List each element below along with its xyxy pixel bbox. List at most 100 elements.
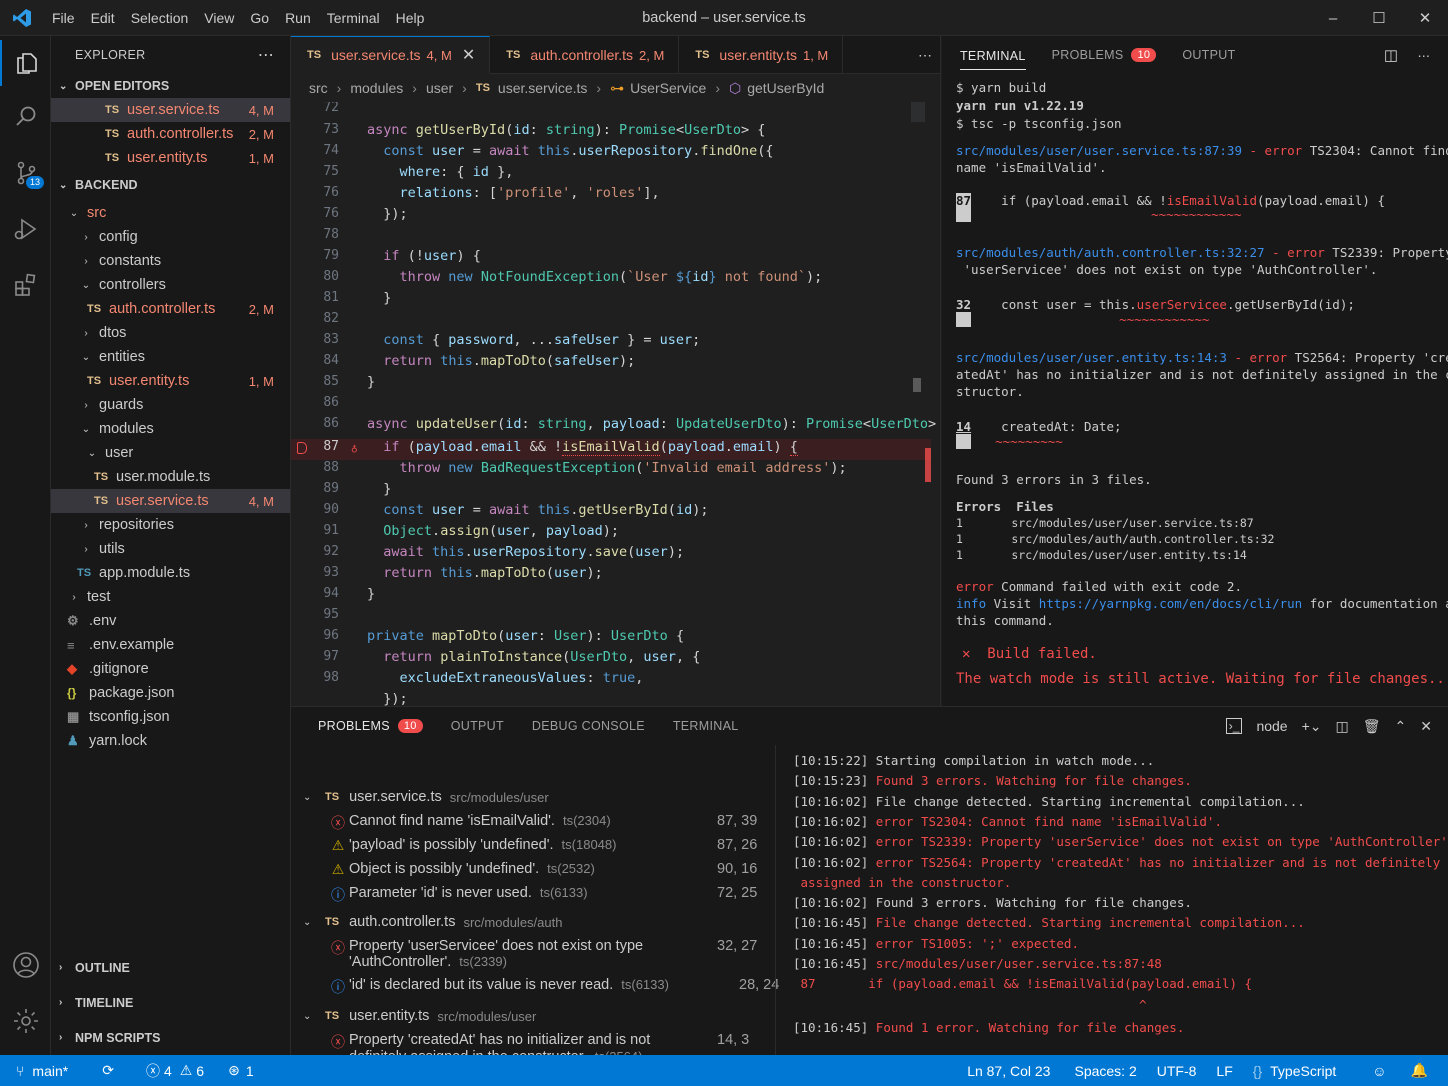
tree-folder-controllers[interactable]: ⌄ controllers xyxy=(51,273,290,297)
minimize-button[interactable]: – xyxy=(1310,0,1356,36)
line-ending[interactable]: LF xyxy=(1206,1063,1242,1079)
panel-tab-output[interactable]: OUTPUT xyxy=(451,719,504,733)
encoding[interactable]: UTF-8 xyxy=(1147,1063,1207,1079)
language-mode[interactable]: {} TypeScript xyxy=(1243,1063,1347,1079)
terminal-output[interactable]: $ yarn build yarn run v1.22.19 $ tsc -p … xyxy=(942,74,1448,706)
npm-scripts-section[interactable]: › NPM SCRIPTS xyxy=(51,1020,291,1055)
open-editor-item[interactable]: TS auth.controller.ts 2, M xyxy=(51,122,290,146)
tree-folder-utils[interactable]: › utils xyxy=(51,537,290,561)
tree-file-tsconfig[interactable]: ▦ tsconfig.json xyxy=(51,705,290,729)
tree-folder-repositories[interactable]: › repositories xyxy=(51,513,290,537)
menu-terminal[interactable]: Terminal xyxy=(319,0,388,36)
feedback-icon[interactable]: ☺ xyxy=(1346,1063,1396,1079)
tab-terminal[interactable]: TERMINAL xyxy=(960,41,1026,70)
tab-problems[interactable]: PROBLEMS 10 xyxy=(1052,48,1157,62)
problem-item[interactable]: ⚠ Object is possibly 'undefined'. ts(2532)… xyxy=(327,861,758,878)
bell-icon[interactable]: 🔔 xyxy=(1397,1062,1448,1079)
tree-file-yarn-lock[interactable]: ♟ yarn.lock xyxy=(51,729,290,753)
trash-icon[interactable]: 🗑 xyxy=(1363,718,1381,735)
search-icon[interactable] xyxy=(0,94,51,140)
ports-indicator[interactable]: ⊛ 1 xyxy=(214,1062,264,1079)
problem-group[interactable]: ⌄ TS user.service.ts src/modules/user xyxy=(303,789,549,805)
breadcrumb-method[interactable]: getUserById xyxy=(747,80,824,96)
problem-item[interactable]: ⓘ'id' is declared but its value is never… xyxy=(327,977,779,997)
tree-folder-test[interactable]: › test xyxy=(51,585,290,609)
tree-file-user-entity[interactable]: TS user.entity.ts 1, M xyxy=(51,369,290,393)
tree-folder-config[interactable]: › config xyxy=(51,225,290,249)
menu-view[interactable]: View xyxy=(196,0,242,36)
tree-folder-dtos[interactable]: › dtos xyxy=(51,321,290,345)
menu-go[interactable]: Go xyxy=(242,0,277,36)
breadcrumb-src[interactable]: src xyxy=(309,80,328,96)
chevron-up-icon[interactable]: ⌃ xyxy=(1395,718,1407,735)
tree-file-env[interactable]: ⚙ .env xyxy=(51,609,290,633)
tabs-more-icon[interactable]: ⋯ xyxy=(918,36,932,74)
open-editor-item[interactable]: TS user.entity.ts 1, M xyxy=(51,146,290,170)
panel-tab-terminal[interactable]: TERMINAL xyxy=(673,719,739,733)
tree-file-gitignore[interactable]: ◆ .gitignore xyxy=(51,657,290,681)
tree-folder-entities[interactable]: ⌄ entities xyxy=(51,345,290,369)
tree-folder-user[interactable]: ⌄ user xyxy=(51,441,290,465)
breakpoint-icon[interactable] xyxy=(297,442,307,454)
yarn-docs-link[interactable]: https://yarnpkg.com/en/docs/cli/run xyxy=(1039,596,1302,611)
source-control-icon[interactable]: 13 xyxy=(0,150,51,196)
tab-output[interactable]: OUTPUT xyxy=(1182,48,1235,62)
run-debug-icon[interactable] xyxy=(0,206,51,252)
tree-folder-constants[interactable]: › constants xyxy=(51,249,290,273)
sync-icon[interactable]: ⟳ xyxy=(78,1062,124,1079)
tree-folder-src[interactable]: ⌄ src xyxy=(51,201,290,225)
cursor-position[interactable]: Ln 87, Col 23 xyxy=(957,1063,1060,1079)
panel-tab-problems[interactable]: PROBLEMS 10 xyxy=(318,719,423,733)
tree-file-package-json[interactable]: {} package.json xyxy=(51,681,290,705)
menu-file[interactable]: File xyxy=(44,0,83,36)
extensions-icon[interactable] xyxy=(0,262,51,308)
split-terminal-icon[interactable]: ◫ xyxy=(1336,718,1349,735)
problem-item[interactable]: ⓘ Parameter 'id' is never used. ts(6133) 72… xyxy=(327,885,757,905)
more-actions-icon[interactable]: ⋯ xyxy=(1418,48,1431,63)
close-tab-icon[interactable]: ✕ xyxy=(462,45,475,65)
timeline-section[interactable]: › TIMELINE xyxy=(51,985,291,1020)
problem-item[interactable]: ⚠'payload' is possibly 'undefined'. ts(18… xyxy=(327,837,758,854)
close-window-button[interactable]: ✕ xyxy=(1402,0,1448,36)
indentation[interactable]: Spaces: 2 xyxy=(1060,1063,1146,1079)
account-icon[interactable] xyxy=(0,942,51,988)
tree-file-user-service[interactable]: TS user.service.ts 4, M xyxy=(51,489,290,513)
problems-indicator[interactable]: ⓧ 4 ⚠ 6 xyxy=(124,1061,214,1081)
tree-file-user-module[interactable]: TS user.module.ts xyxy=(51,465,290,489)
panel-divider[interactable] xyxy=(775,745,776,1056)
problem-group[interactable]: ⌄ TS user.entity.ts src/modules/user xyxy=(303,1008,536,1024)
close-panel-icon[interactable]: ✕ xyxy=(1420,718,1432,735)
tree-folder-guards[interactable]: › guards xyxy=(51,393,290,417)
settings-gear-icon[interactable] xyxy=(0,998,51,1044)
outline-section[interactable]: › OUTLINE xyxy=(51,950,291,985)
terminal-profile-label[interactable]: node xyxy=(1256,718,1287,734)
breadcrumb-file[interactable]: user.service.ts xyxy=(498,80,587,96)
tree-file-env-example[interactable]: ≡ .env.example xyxy=(51,633,290,657)
breadcrumb-modules[interactable]: modules xyxy=(350,80,403,96)
menu-help[interactable]: Help xyxy=(388,0,433,36)
breadcrumb-user[interactable]: user xyxy=(426,80,453,96)
tab-user-service[interactable]: TS user.service.ts 4, M ✕ xyxy=(291,36,491,74)
tab-auth-controller[interactable]: TS auth.controller.ts 2, M xyxy=(490,36,680,74)
menu-edit[interactable]: Edit xyxy=(83,0,123,36)
code-editor[interactable]: 72 73 74 75 76 76 78 79 80 81 82 83 84 85 86 86 87 88 89 90… xyxy=(291,102,941,706)
menu-selection[interactable]: Selection xyxy=(123,0,197,36)
open-editors-section[interactable]: ⌄ OPEN EDITORS xyxy=(51,74,290,98)
lightbulb-error-icon[interactable]: ♁ xyxy=(351,442,358,455)
tab-user-entity[interactable]: TS user.entity.ts 1, M xyxy=(679,36,844,74)
breadcrumb-class[interactable]: UserService xyxy=(630,80,706,96)
problem-item[interactable]: ⓧ Cannot find name 'isEmailValid'. ts(2304… xyxy=(327,813,757,833)
split-editor-icon[interactable]: ◫ xyxy=(1384,46,1398,64)
tree-file-auth-controller[interactable]: TS auth.controller.ts 2, M xyxy=(51,297,290,321)
explorer-icon[interactable] xyxy=(0,40,51,86)
branch-indicator[interactable]: ⑂ main* xyxy=(0,1063,78,1079)
open-editor-item[interactable]: TS user.service.ts 4, M xyxy=(51,98,290,122)
problem-group[interactable]: ⌄ TS auth.controller.ts src/modules/auth xyxy=(303,914,562,930)
tree-file-app-module[interactable]: TS app.module.ts xyxy=(51,561,290,585)
menu-run[interactable]: Run xyxy=(277,0,319,36)
tree-folder-modules[interactable]: ⌄ modules xyxy=(51,417,290,441)
project-section[interactable]: ⌄ BACKEND xyxy=(51,173,290,197)
maximize-button[interactable]: ☐ xyxy=(1356,0,1402,36)
add-terminal-icon[interactable]: +⌄ xyxy=(1302,718,1322,735)
explorer-more-icon[interactable]: ⋯ xyxy=(258,45,274,65)
